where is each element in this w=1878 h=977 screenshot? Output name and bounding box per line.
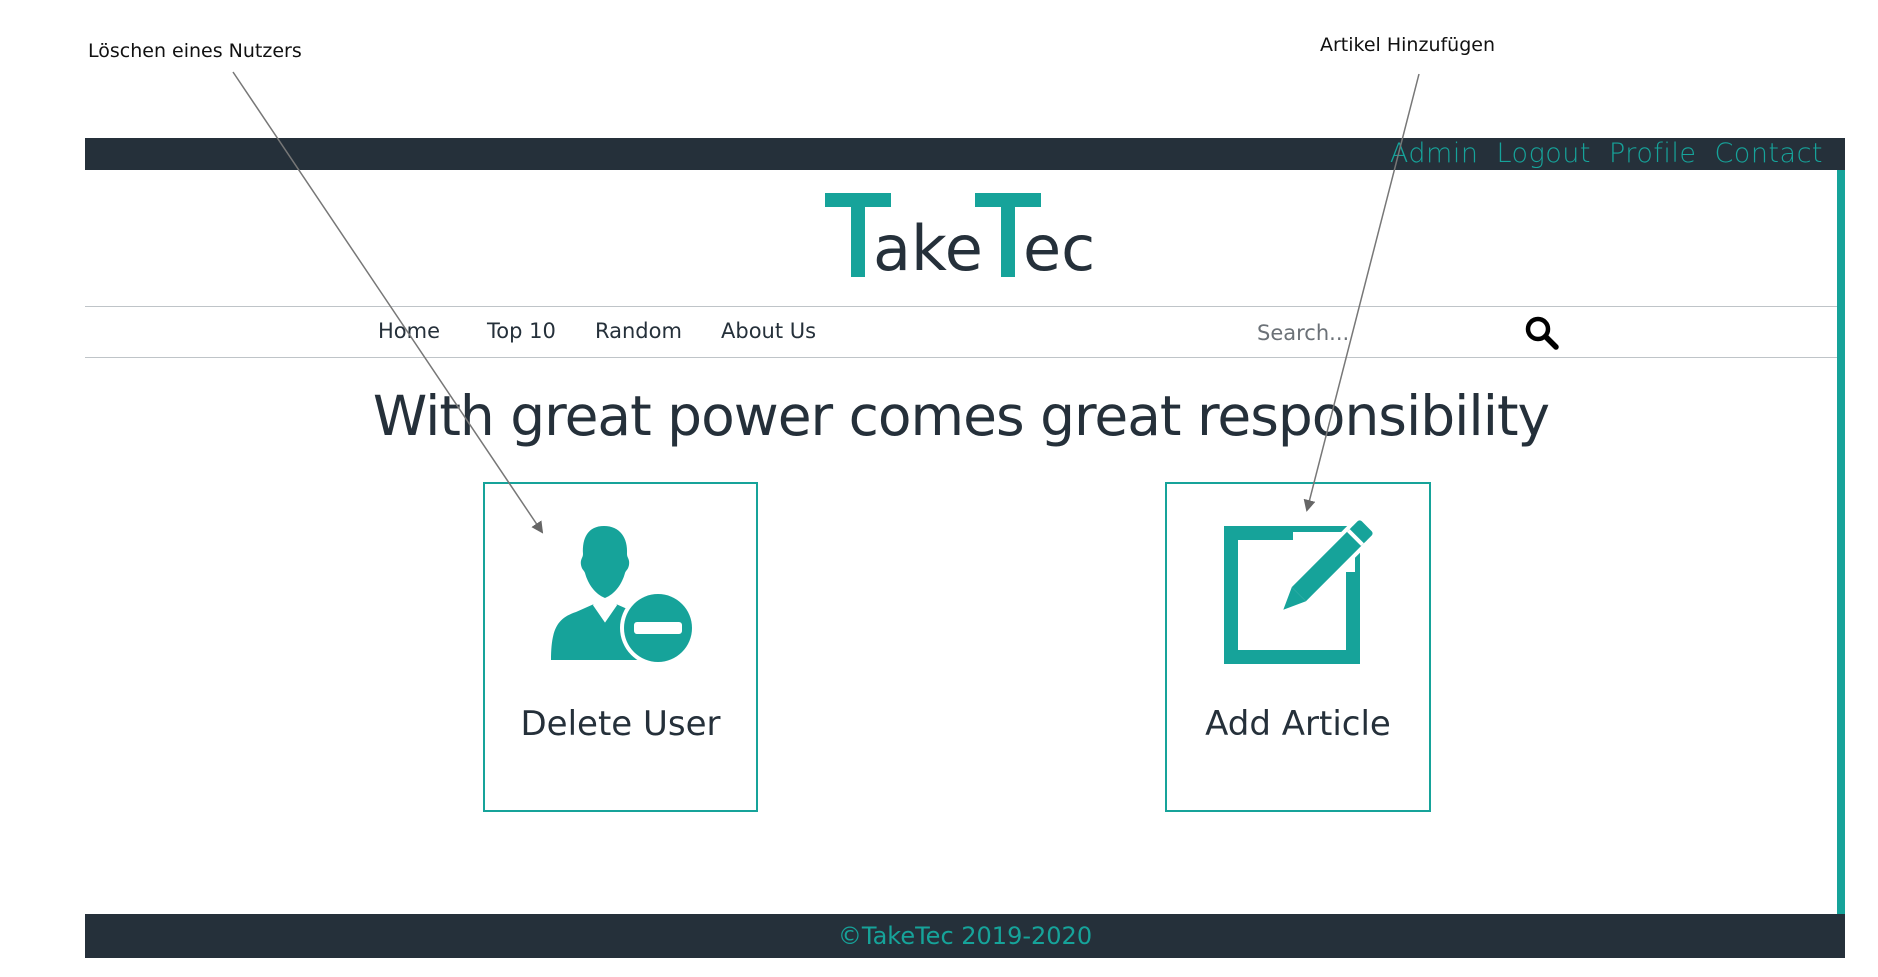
nav-top10[interactable]: Top 10	[487, 319, 556, 343]
nav-home[interactable]: Home	[378, 319, 440, 343]
delete-user-label: Delete User	[520, 704, 721, 744]
top-links: Admin Logout Profile Contact	[1390, 139, 1823, 169]
annotation-add-article: Artikel Hinzufügen	[1320, 34, 1496, 56]
accent-stripe	[1837, 170, 1845, 922]
footer-copyright: ©TakeTec 2019-2020	[837, 922, 1093, 950]
user-minus-icon	[546, 518, 696, 673]
admin-link[interactable]: Admin	[1390, 139, 1479, 169]
top-bar: Admin Logout Profile Contact	[85, 138, 1845, 170]
search-icon[interactable]	[1525, 316, 1559, 350]
profile-link[interactable]: Profile	[1609, 139, 1696, 169]
nav-about-us[interactable]: About Us	[721, 319, 816, 343]
logo-text-ec: ec	[1023, 212, 1095, 280]
page-headline: With great power comes great responsibil…	[372, 384, 1550, 448]
add-article-card[interactable]: Add Article	[1165, 482, 1431, 812]
nav-random[interactable]: Random	[595, 319, 682, 343]
contact-link[interactable]: Contact	[1714, 139, 1823, 169]
edit-icon	[1223, 517, 1376, 673]
taketec-logo[interactable]: ake ec	[825, 190, 1095, 280]
search-input[interactable]	[1255, 315, 1549, 351]
delete-user-card[interactable]: Delete User	[483, 482, 758, 812]
annotation-delete-user: Löschen eines Nutzers	[88, 40, 302, 62]
footer: ©TakeTec 2019-2020	[85, 914, 1845, 958]
main-nav: Home Top 10 Random About Us	[85, 306, 1837, 358]
logout-link[interactable]: Logout	[1496, 139, 1591, 169]
logo-text-ake: ake	[873, 212, 983, 280]
admin-page: Admin Logout Profile Contact ake ec Home…	[85, 138, 1845, 958]
add-article-label: Add Article	[1205, 704, 1391, 744]
